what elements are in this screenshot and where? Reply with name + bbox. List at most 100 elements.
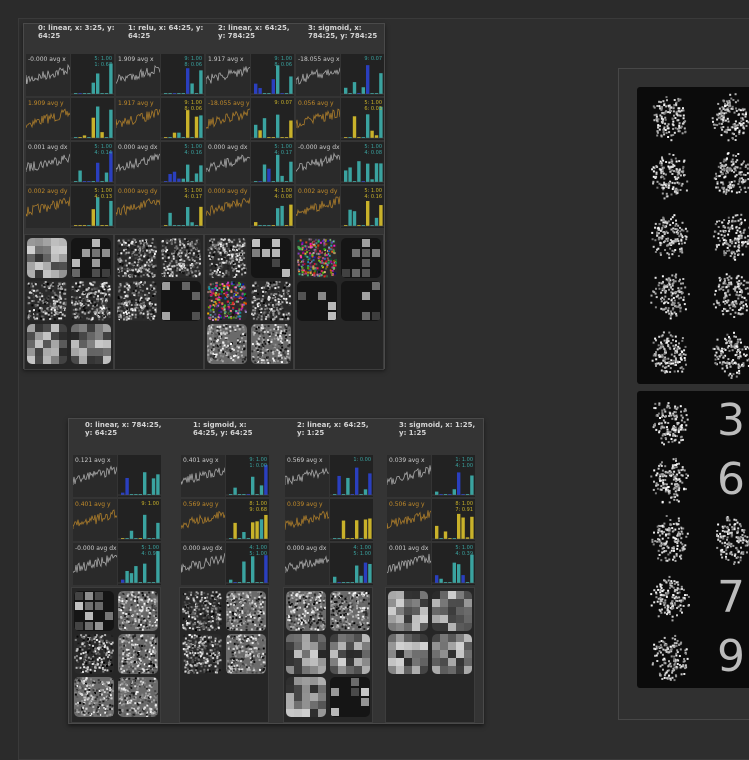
weight-tile bbox=[27, 324, 67, 364]
stat-row-y: 1.917 avg y9: 1.00 8: 0.06 bbox=[116, 98, 204, 140]
network-panel-top[interactable]: 0: linear, x: 3:25, y: 64:25-0.000 avg x… bbox=[23, 23, 385, 369]
sparkline-chart: 0.000 avg dx bbox=[206, 142, 250, 184]
stat-value-label: 1.909 avg x bbox=[118, 56, 154, 63]
stat-row-x: 0.121 avg x bbox=[73, 455, 161, 497]
stat-row-x: 0.569 avg x1: 0.00 bbox=[285, 455, 373, 497]
sparkline-chart: -0.000 avg dx bbox=[296, 142, 340, 184]
weight-tile bbox=[71, 238, 111, 278]
digit-sample bbox=[703, 327, 749, 379]
histogram-chart: 5: 1.00 4: 0.13 bbox=[71, 186, 114, 228]
stat-value-label: 0.000 avg dx bbox=[208, 144, 247, 151]
sparkline-chart: 0.401 avg x bbox=[181, 455, 225, 497]
generated-digits-grid bbox=[637, 87, 749, 384]
histogram-chart: 8: 1.00 7: 0.91 bbox=[432, 499, 475, 541]
stat-row-dx: 0.001 avg dx5: 1.00 4: 0.39 bbox=[387, 543, 475, 585]
weight-tile bbox=[286, 634, 326, 674]
digit-sample bbox=[641, 150, 697, 202]
histogram-label: 5: 1.00 4: 0.95 bbox=[141, 545, 159, 557]
histogram-chart: 5: 1.00 4: 0.17 bbox=[161, 186, 204, 228]
weight-tile bbox=[297, 281, 337, 321]
sparkline-chart: 1.909 avg y bbox=[26, 98, 70, 140]
histogram-chart bbox=[118, 455, 161, 497]
weight-tile bbox=[161, 281, 201, 321]
weight-tile bbox=[118, 634, 158, 674]
input-digits-grid: 3679 bbox=[637, 391, 749, 688]
stat-row-y: 0.039 avg y bbox=[285, 499, 373, 541]
sparkline-chart: 0.039 avg y bbox=[285, 499, 329, 541]
stat-row-dx: 0.000 avg dx 4: 1.00 5: 1.00 bbox=[285, 543, 373, 585]
digit-sample bbox=[703, 268, 749, 320]
stat-value-label: 1.909 avg y bbox=[28, 100, 64, 107]
stat-value-label: 0.002 avg dy bbox=[298, 188, 337, 195]
weight-tile bbox=[388, 634, 428, 674]
stat-row-dx: -0.000 avg dx 5: 1.00 4: 0.08 bbox=[296, 142, 384, 184]
weight-visualization-area bbox=[294, 234, 384, 370]
stat-value-label: -0.000 avg dx bbox=[298, 144, 340, 151]
network-panel-bottom[interactable]: 0: linear, x: 784:25, y: 64:250.121 avg … bbox=[68, 418, 484, 724]
histogram-label: 9: 0.07 bbox=[274, 100, 292, 106]
histogram-chart bbox=[330, 499, 373, 541]
histogram-chart: 9: 0.07 bbox=[341, 54, 384, 96]
digit-sample bbox=[703, 209, 749, 261]
histogram-chart: 9: 1.00 1: 0.00 bbox=[226, 455, 269, 497]
digit-sample bbox=[641, 572, 697, 624]
histogram-chart: 5: 1.00 1: 0.67 bbox=[71, 54, 114, 96]
stat-row-x: 0.039 avg x 1: 1.00 4: 1.00 bbox=[387, 455, 475, 497]
histogram-label: 5: 1.00 4: 0.17 bbox=[184, 188, 202, 200]
histogram-chart: 1: 1.00 4: 1.00 bbox=[432, 455, 475, 497]
digit-sample bbox=[641, 454, 697, 506]
histogram-label: 4: 1.00 5: 1.00 bbox=[353, 545, 371, 557]
histogram-label: 1: 1.00 4: 1.00 bbox=[455, 457, 473, 469]
weight-tile bbox=[286, 677, 326, 717]
histogram-label: 5: 1.00 4: 0.13 bbox=[94, 188, 112, 200]
input-digit-label bbox=[703, 513, 749, 565]
weight-tile bbox=[71, 324, 111, 364]
weight-tile bbox=[286, 591, 326, 631]
stat-row-x: -18.055 avg x9: 0.07 bbox=[296, 54, 384, 96]
stat-value-label: -18.055 avg y bbox=[208, 100, 250, 107]
histogram-label: 9: 1.00 bbox=[141, 501, 159, 507]
weight-tile bbox=[182, 634, 222, 674]
sparkline-chart: 0.000 avg dy bbox=[206, 186, 250, 228]
histogram-label: 9: 1.00 1: 0.00 bbox=[249, 457, 267, 469]
stat-value-label: 0.002 avg dy bbox=[28, 188, 67, 195]
stat-value-label: 0.039 avg y bbox=[287, 501, 323, 508]
histogram-label: 4: 1.00 4: 0.08 bbox=[274, 188, 292, 200]
stat-value-label: 0.039 avg x bbox=[389, 457, 425, 464]
weight-tile bbox=[74, 634, 114, 674]
stat-value-label: 0.056 avg y bbox=[298, 100, 334, 107]
sparkline-chart: 0.001 avg dx bbox=[387, 543, 431, 585]
weight-visualization-area bbox=[283, 587, 373, 723]
weight-tile bbox=[161, 238, 201, 278]
weight-tile bbox=[207, 324, 247, 364]
weight-tile bbox=[182, 591, 222, 631]
weight-tile bbox=[432, 634, 472, 674]
weight-tile bbox=[74, 677, 114, 717]
stat-row-y: 0.056 avg y 5: 1.00 6: 0.03 bbox=[296, 98, 384, 140]
weight-tile bbox=[27, 281, 67, 321]
stat-value-label: 0.401 avg x bbox=[183, 457, 219, 464]
histogram-label: 5: 1.00 6: 0.03 bbox=[364, 100, 382, 112]
weight-tile bbox=[251, 238, 291, 278]
stat-row-y: 0.569 avg y8: 1.00 9: 0.68 bbox=[181, 499, 269, 541]
digit-sample bbox=[703, 91, 749, 143]
weight-tile bbox=[330, 677, 370, 717]
weight-tile bbox=[341, 281, 381, 321]
sparkline-chart: 0.056 avg y bbox=[296, 98, 340, 140]
weight-tile bbox=[27, 238, 67, 278]
stat-value-label: 1.917 avg y bbox=[118, 100, 154, 107]
stat-value-label: 0.401 avg y bbox=[75, 501, 111, 508]
weight-visualization-area bbox=[385, 587, 475, 723]
histogram-chart: 5: 1.00 4: 0.16 bbox=[161, 142, 204, 184]
histogram-label: 8: 1.00 9: 0.68 bbox=[249, 501, 267, 513]
histogram-chart: 4: 1.00 5: 1.00 bbox=[330, 543, 373, 585]
sample-digits-panel: 3679 bbox=[618, 68, 749, 720]
histogram-chart bbox=[71, 98, 114, 140]
stat-row-x: 0.401 avg x 9: 1.00 1: 0.00 bbox=[181, 455, 269, 497]
histogram-label: 5: 1.00 4: 0.08 bbox=[364, 144, 382, 156]
histogram-chart: 9: 0.07 bbox=[251, 98, 294, 140]
stat-value-label: 0.000 avg dx bbox=[287, 545, 326, 552]
input-digit-label: 7 bbox=[703, 572, 749, 624]
histogram-label: 8: 1.00 7: 0.91 bbox=[455, 501, 473, 513]
stat-row-x: -0.000 avg x5: 1.00 1: 0.67 bbox=[26, 54, 114, 96]
